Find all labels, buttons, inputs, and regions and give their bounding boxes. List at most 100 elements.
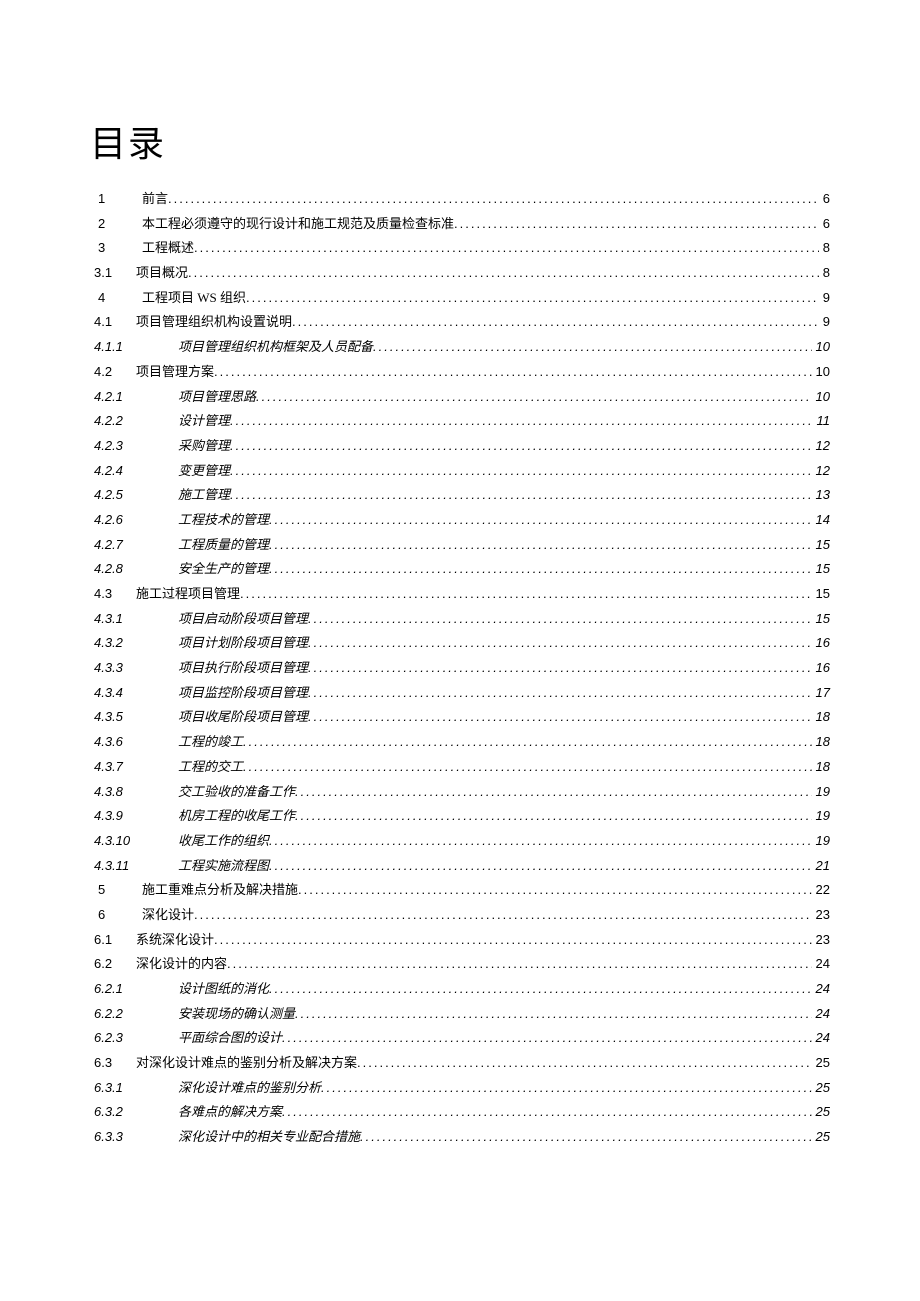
toc-list: 1前言.....................................… bbox=[90, 187, 830, 1150]
toc-entry[interactable]: 4.1.1项目管理组织机构框架及人员配备....................… bbox=[90, 335, 830, 360]
toc-leader-dots: ........................................… bbox=[214, 928, 812, 953]
toc-entry[interactable]: 6.3对深化设计难点的鉴别分析及解决方案....................… bbox=[90, 1051, 830, 1076]
toc-entry-label: 施工重难点分析及解决措施 bbox=[134, 878, 298, 903]
toc-entry[interactable]: 5施工重难点分析及解决措施...........................… bbox=[90, 878, 830, 903]
toc-entry[interactable]: 6.3.1深化设计难点的鉴别分析........................… bbox=[90, 1076, 830, 1101]
toc-entry[interactable]: 6.1系统深化设计...............................… bbox=[90, 928, 830, 953]
toc-entry-number: 6.2.2 bbox=[90, 1002, 158, 1027]
toc-leader-dots: ........................................… bbox=[269, 829, 812, 854]
toc-entry-number: 4.2.2 bbox=[90, 409, 158, 434]
toc-entry[interactable]: 2本工程必须遵守的现行设计和施工规范及质量检查标准...............… bbox=[90, 212, 830, 237]
toc-leader-dots: ........................................… bbox=[308, 607, 812, 632]
toc-entry-label: 各难点的解决方案 bbox=[158, 1100, 282, 1125]
toc-entry-number: 4.2.4 bbox=[90, 459, 158, 484]
toc-entry[interactable]: 6.2.3平面综合图的设计...........................… bbox=[90, 1026, 830, 1051]
toc-entry-label: 设计图纸的消化 bbox=[158, 977, 269, 1002]
toc-entry-page: 9 bbox=[819, 286, 830, 311]
toc-entry[interactable]: 3.1项目概况.................................… bbox=[90, 261, 830, 286]
toc-entry[interactable]: 4.2项目管理方案...............................… bbox=[90, 360, 830, 385]
toc-entry[interactable]: 4.3.9机房工程的收尾工作..........................… bbox=[90, 804, 830, 829]
toc-entry-label: 项目收尾阶段项目管理 bbox=[158, 705, 308, 730]
toc-leader-dots: ........................................… bbox=[308, 631, 812, 656]
toc-entry[interactable]: 1前言.....................................… bbox=[90, 187, 830, 212]
toc-entry[interactable]: 4.2.5施工管理...............................… bbox=[90, 483, 830, 508]
toc-heading: 目录 bbox=[90, 115, 830, 167]
toc-entry-page: 8 bbox=[819, 261, 830, 286]
toc-entry-page: 17 bbox=[812, 681, 830, 706]
toc-entry[interactable]: 6.2深化设计的内容..............................… bbox=[90, 952, 830, 977]
toc-entry-number: 4.3.5 bbox=[90, 705, 158, 730]
toc-entry[interactable]: 4.3.8交工验收的准备工作..........................… bbox=[90, 780, 830, 805]
toc-entry-label: 前言 bbox=[134, 187, 168, 212]
toc-entry[interactable]: 4.2.2设计管理...............................… bbox=[90, 409, 830, 434]
toc-entry[interactable]: 4.2.4变更管理...............................… bbox=[90, 459, 830, 484]
toc-leader-dots: ........................................… bbox=[292, 310, 819, 335]
toc-entry-number: 4.2.5 bbox=[90, 483, 158, 508]
toc-entry[interactable]: 4.2.7工程质量的管理............................… bbox=[90, 533, 830, 558]
toc-entry[interactable]: 4.3.3项目执行阶段项目管理.........................… bbox=[90, 656, 830, 681]
toc-entry-label: 项目启动阶段项目管理 bbox=[158, 607, 308, 632]
toc-entry[interactable]: 4.1项目管理组织机构设置说明.........................… bbox=[90, 310, 830, 335]
toc-entry-page: 16 bbox=[812, 656, 830, 681]
toc-entry-page: 21 bbox=[812, 854, 830, 879]
toc-entry[interactable]: 6.3.3深化设计中的相关专业配合措施.....................… bbox=[90, 1125, 830, 1150]
toc-entry[interactable]: 4.2.6工程技术的管理............................… bbox=[90, 508, 830, 533]
toc-entry-number: 6 bbox=[90, 903, 134, 928]
toc-entry-label: 项目管理组织机构设置说明 bbox=[136, 310, 292, 335]
toc-entry-label: 工程实施流程图 bbox=[158, 854, 269, 879]
toc-entry-number: 6.1 bbox=[90, 928, 136, 953]
toc-entry[interactable]: 4.3.1项目启动阶段项目管理.........................… bbox=[90, 607, 830, 632]
toc-entry[interactable]: 6.2.2安装现场的确认测量..........................… bbox=[90, 1002, 830, 1027]
toc-entry-number: 6.2.1 bbox=[90, 977, 158, 1002]
toc-entry-label: 安全生产的管理 bbox=[158, 557, 269, 582]
toc-entry-label: 项目监控阶段项目管理 bbox=[158, 681, 308, 706]
toc-entry[interactable]: 4.3施工过程项目管理.............................… bbox=[90, 582, 830, 607]
toc-entry[interactable]: 4.2.1项目管理思路.............................… bbox=[90, 385, 830, 410]
toc-leader-dots: ........................................… bbox=[243, 730, 812, 755]
toc-leader-dots: ........................................… bbox=[269, 977, 812, 1002]
toc-leader-dots: ........................................… bbox=[230, 483, 812, 508]
toc-leader-dots: ........................................… bbox=[256, 385, 812, 410]
toc-leader-dots: ........................................… bbox=[243, 755, 812, 780]
toc-entry-label: 变更管理 bbox=[158, 459, 230, 484]
toc-entry-label: 本工程必须遵守的现行设计和施工规范及质量检查标准 bbox=[134, 212, 454, 237]
toc-entry[interactable]: 4.2.3采购管理...............................… bbox=[90, 434, 830, 459]
toc-leader-dots: ........................................… bbox=[269, 533, 812, 558]
toc-entry[interactable]: 4.3.6工程的竣工..............................… bbox=[90, 730, 830, 755]
toc-entry[interactable]: 4.2.8安全生产的管理............................… bbox=[90, 557, 830, 582]
toc-entry-page: 24 bbox=[812, 977, 830, 1002]
toc-entry[interactable]: 4.3.10收尾工作的组织...........................… bbox=[90, 829, 830, 854]
toc-entry-label: 项目管理组织机构框架及人员配备 bbox=[158, 335, 373, 360]
toc-leader-dots: ........................................… bbox=[308, 705, 812, 730]
toc-entry[interactable]: 6.3.2各难点的解决方案...........................… bbox=[90, 1100, 830, 1125]
toc-entry-number: 6.2.3 bbox=[90, 1026, 158, 1051]
toc-entry-page: 24 bbox=[812, 1002, 830, 1027]
toc-entry[interactable]: 4.3.7工程的交工..............................… bbox=[90, 755, 830, 780]
toc-leader-dots: ........................................… bbox=[321, 1076, 812, 1101]
toc-entry-number: 3.1 bbox=[90, 261, 136, 286]
toc-entry-page: 19 bbox=[812, 829, 830, 854]
toc-entry[interactable]: 4.3.4项目监控阶段项目管理.........................… bbox=[90, 681, 830, 706]
toc-leader-dots: ........................................… bbox=[194, 903, 812, 928]
toc-entry[interactable]: 4.3.5项目收尾阶段项目管理.........................… bbox=[90, 705, 830, 730]
toc-entry-label: 交工验收的准备工作 bbox=[158, 780, 295, 805]
toc-entry-label: 深化设计 bbox=[134, 903, 194, 928]
toc-entry-label: 对深化设计难点的鉴别分析及解决方案 bbox=[136, 1051, 357, 1076]
toc-entry[interactable]: 6.2.1设计图纸的消化............................… bbox=[90, 977, 830, 1002]
toc-entry-label: 收尾工作的组织 bbox=[158, 829, 269, 854]
toc-entry[interactable]: 3工程概述...................................… bbox=[90, 236, 830, 261]
toc-leader-dots: ........................................… bbox=[230, 434, 812, 459]
toc-entry-number: 4.3 bbox=[90, 582, 136, 607]
toc-entry[interactable]: 4.3.11工程实施流程图...........................… bbox=[90, 854, 830, 879]
toc-entry[interactable]: 4.3.2项目计划阶段项目管理.........................… bbox=[90, 631, 830, 656]
toc-entry-number: 6.3.2 bbox=[90, 1100, 158, 1125]
toc-entry-number: 4.3.11 bbox=[90, 854, 158, 879]
toc-entry-label: 项目管理方案 bbox=[136, 360, 214, 385]
toc-leader-dots: ........................................… bbox=[308, 656, 812, 681]
toc-entry[interactable]: 6深化设计...................................… bbox=[90, 903, 830, 928]
toc-leader-dots: ........................................… bbox=[308, 681, 812, 706]
toc-entry[interactable]: 4工程项目 WS 组织.............................… bbox=[90, 286, 830, 311]
toc-leader-dots: ........................................… bbox=[360, 1125, 812, 1150]
toc-entry-number: 4.2.3 bbox=[90, 434, 158, 459]
toc-entry-label: 项目计划阶段项目管理 bbox=[158, 631, 308, 656]
